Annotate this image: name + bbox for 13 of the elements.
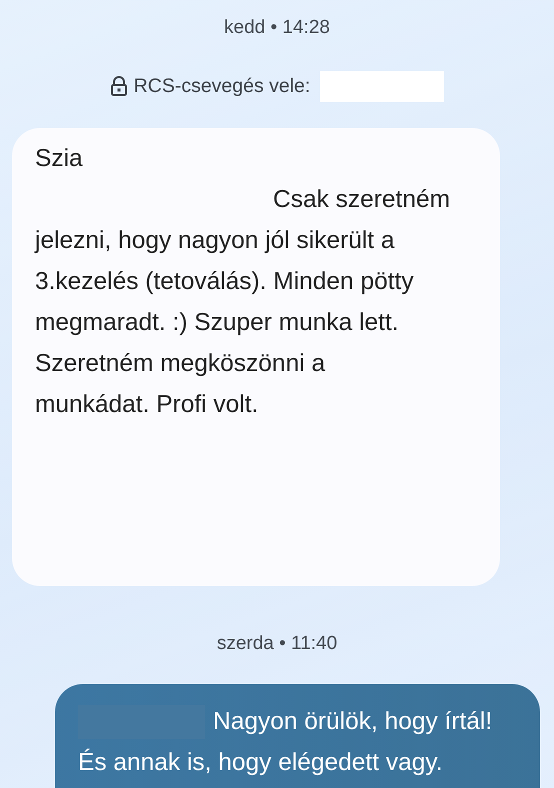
message-text: 3.kezelés (tetoválás). Minden pötty	[35, 268, 414, 296]
message-text: És annak is, hogy elégedett vagy.	[78, 748, 443, 776]
message-text: Nagyon örülök, hogy írtál!	[213, 708, 492, 736]
message-text: munkádat. Profi volt.	[35, 390, 258, 418]
message-text: Csak szeretném	[273, 186, 450, 214]
lock-icon	[110, 76, 128, 96]
message-text: jelezni, hogy nagyon jól sikerült a	[35, 226, 395, 254]
timestamp: szerda • 11:40	[216, 633, 338, 655]
message-text: Szia	[35, 144, 83, 172]
message-text: megmaradt. :) Szuper munka lett.	[35, 308, 399, 336]
notice-text: RCS-csevegés vele:	[134, 74, 310, 98]
message-text: Szeretném megköszönni a	[35, 350, 326, 378]
timestamp: kedd • 14:28	[224, 17, 330, 39]
